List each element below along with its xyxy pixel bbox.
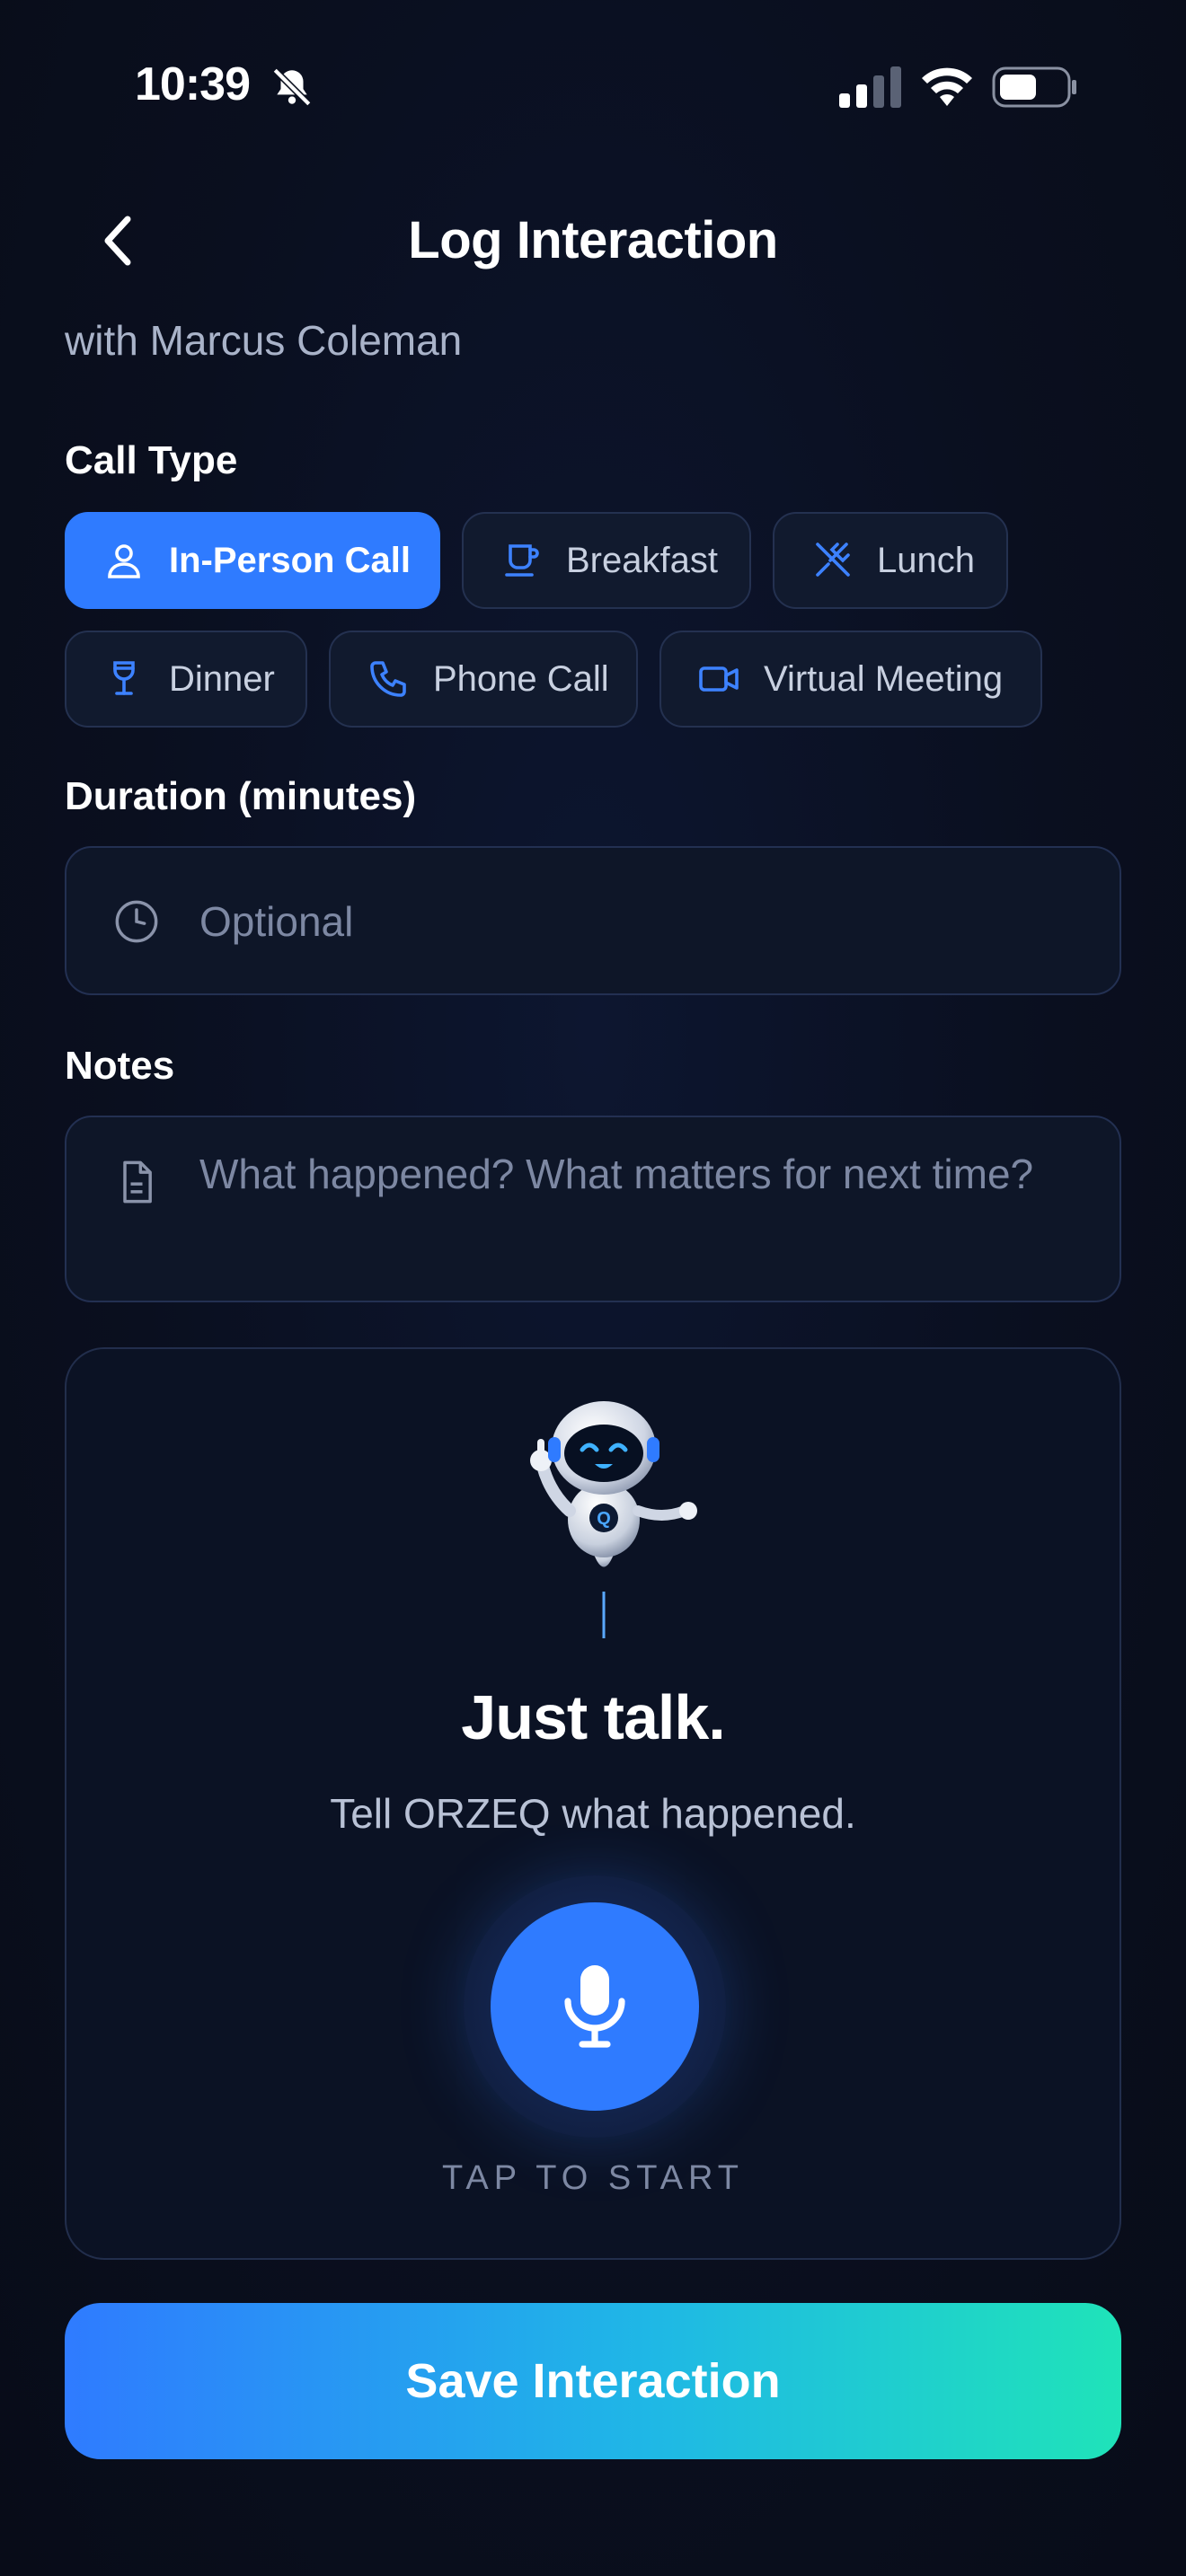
voice-subtitle: Tell ORZEQ what happened. [330,1790,856,1837]
chip-in-person-call[interactable]: In-Person Call [65,512,440,609]
page-title: Log Interaction [408,211,778,269]
mascot-chest-letter: Q [597,1509,611,1529]
microphone-button[interactable] [491,1902,699,2111]
wine-glass-icon [113,661,135,695]
log-interaction-screen: 10:39 Log Interaction with Marcus Colema… [0,0,1186,2576]
status-time: 10:39 [135,58,251,110]
contact-subtitle: with Marcus Coleman [65,317,463,364]
person-icon [108,544,140,578]
chip-label: Dinner [169,658,275,699]
wifi-icon [922,67,972,106]
chip-label: Virtual Meeting [764,658,1004,699]
chip-phone-call[interactable]: Phone Call [329,631,638,728]
chip-virtual-meeting[interactable]: Virtual Meeting [659,631,1042,728]
chip-label: Lunch [877,540,975,580]
chip-lunch[interactable]: Lunch [773,512,1008,609]
microphone-icon [564,1965,625,2048]
chip-label: In-Person Call [169,540,411,580]
clock-icon [115,900,158,943]
chip-label: Phone Call [433,658,609,699]
notes-field-container [65,1116,1121,1302]
status-bar: 10:39 [0,0,1186,171]
chip-dinner[interactable]: Dinner [65,631,307,728]
chip-label: Breakfast [566,540,718,580]
voice-capture-card: Q Just talk. Tell ORZEQ what happened. T… [65,1347,1121,2260]
battery-icon [992,66,1076,108]
save-interaction-button[interactable]: Save Interaction [65,2303,1121,2459]
call-type-label: Call Type [65,438,238,482]
duration-label: Duration (minutes) [65,774,417,818]
video-camera-icon [699,666,739,692]
duration-field-container [65,846,1121,995]
duration-input[interactable] [199,895,1084,948]
cellular-signal-icon [839,66,901,108]
chip-breakfast[interactable]: Breakfast [462,512,751,609]
coffee-cup-icon [505,544,539,577]
voice-title: Just talk. [461,1682,725,1752]
phone-icon [370,661,406,697]
notes-input[interactable] [199,1144,1084,1270]
fork-knife-icon [816,543,850,577]
document-icon [123,1160,152,1204]
robot-mascot-icon: Q [530,1401,697,1638]
bell-muted-icon [272,67,312,107]
tap-to-start-label: TAP TO START [442,2159,744,2197]
notes-label: Notes [65,1044,175,1088]
